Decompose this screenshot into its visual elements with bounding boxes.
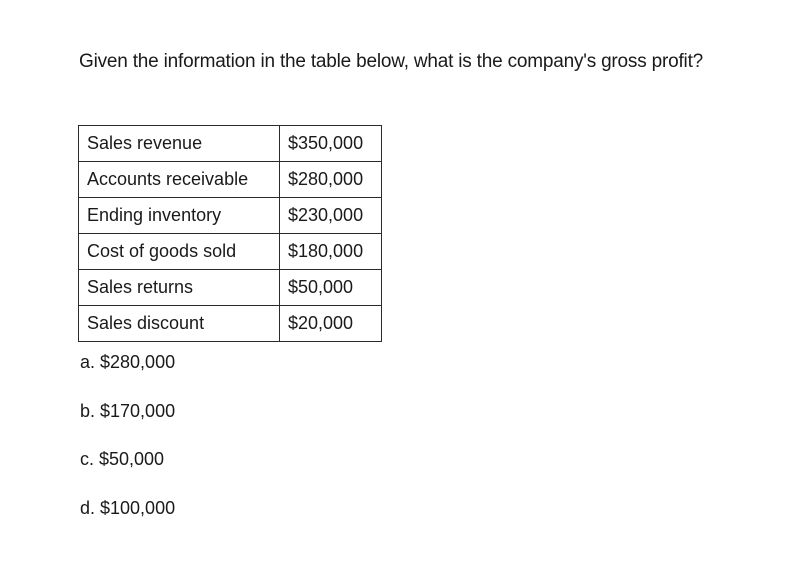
table-row: Sales revenue $350,000 [78, 125, 382, 162]
row-label: Sales returns [78, 269, 280, 306]
row-label: Sales revenue [78, 125, 280, 162]
row-label: Ending inventory [78, 197, 280, 234]
answer-options: a. $280,000 b. $170,000 c. $50,000 d. $1… [80, 346, 175, 540]
row-value: $280,000 [279, 161, 382, 198]
row-value: $50,000 [279, 269, 382, 306]
row-label: Accounts receivable [78, 161, 280, 198]
option-b[interactable]: b. $170,000 [80, 395, 175, 444]
table-row: Ending inventory $230,000 [78, 197, 382, 234]
option-d[interactable]: d. $100,000 [80, 492, 175, 541]
row-value: $230,000 [279, 197, 382, 234]
row-label: Cost of goods sold [78, 233, 280, 270]
question-text: Given the information in the table below… [79, 51, 704, 72]
table-row: Cost of goods sold $180,000 [78, 233, 382, 270]
option-c[interactable]: c. $50,000 [80, 443, 175, 492]
row-value: $180,000 [279, 233, 382, 270]
option-a[interactable]: a. $280,000 [80, 346, 175, 395]
financial-info-table: Sales revenue $350,000 Accounts receivab… [78, 125, 382, 342]
table-row: Sales returns $50,000 [78, 269, 382, 306]
row-value: $350,000 [279, 125, 382, 162]
row-value: $20,000 [279, 305, 382, 342]
row-label: Sales discount [78, 305, 280, 342]
table-row: Accounts receivable $280,000 [78, 161, 382, 198]
table-row: Sales discount $20,000 [78, 305, 382, 342]
